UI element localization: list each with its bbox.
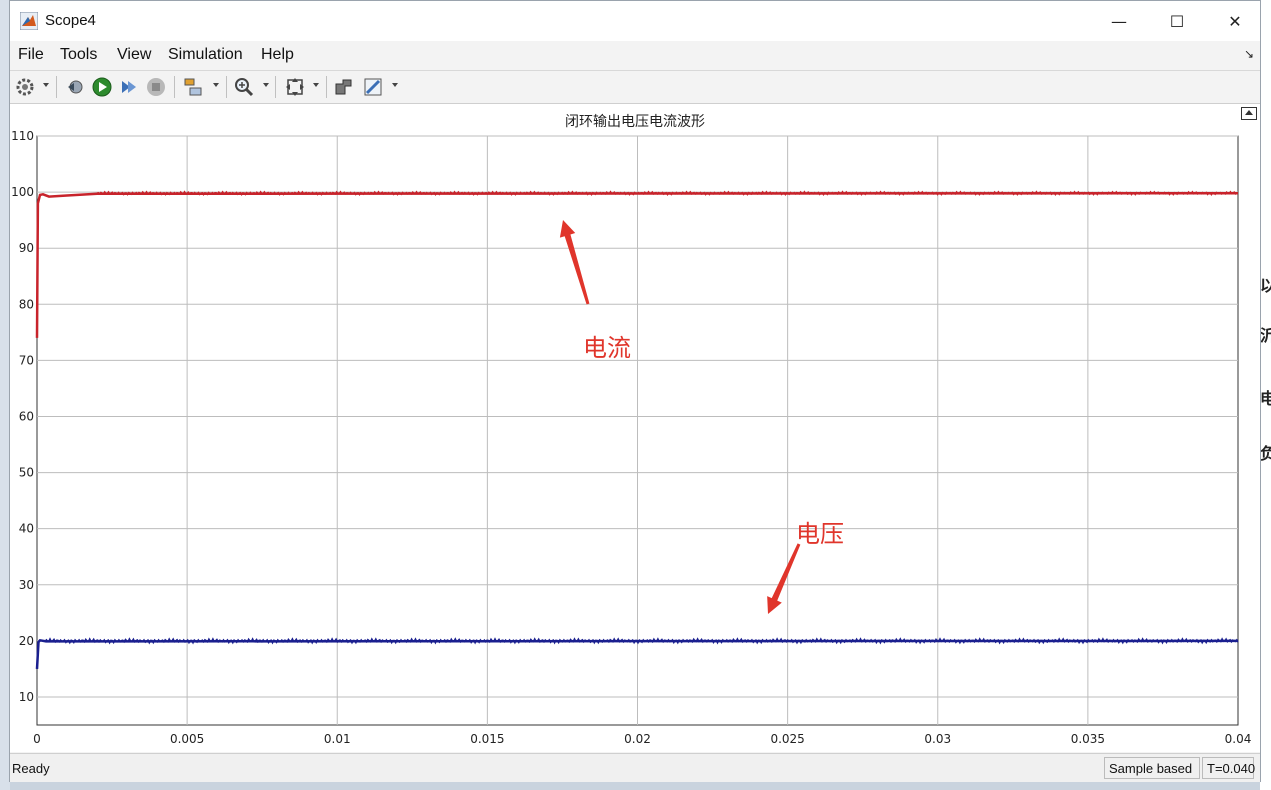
zoom-icon[interactable] xyxy=(233,76,255,98)
scope-plot-area: 闭环输出电压电流波形 10 20 30 40 50 60 70 80 90 100 110 0 0.00… xyxy=(10,104,1260,752)
dock-arrow-icon[interactable]: ↘ xyxy=(1244,47,1254,61)
annotation-voltage-label: 电压 xyxy=(796,520,844,548)
x-tick-label: 0 xyxy=(33,732,41,746)
y-tick-label: 80 xyxy=(19,297,34,311)
minimize-icon: — xyxy=(1111,11,1127,31)
matlab-logo-icon xyxy=(20,12,38,30)
close-icon: ✕ xyxy=(1228,11,1242,31)
x-tick-label: 0.01 xyxy=(324,732,351,746)
highlight-dropdown-arrow[interactable] xyxy=(392,83,398,87)
status-bar: Ready Sample based T=0.040 xyxy=(10,753,1260,782)
maximize-icon: ☐ xyxy=(1169,11,1185,31)
sim-time-indicator: T=0.040 xyxy=(1202,757,1255,779)
x-tick-label: 0.04 xyxy=(1225,732,1252,746)
gear-icon[interactable] xyxy=(14,76,36,98)
style-icon[interactable] xyxy=(333,76,355,98)
y-tick-label: 10 xyxy=(19,690,34,704)
y-tick-label: 30 xyxy=(19,578,34,592)
toolbar-separator xyxy=(226,76,227,98)
x-tick-label: 0.005 xyxy=(170,732,204,746)
y-tick-label: 20 xyxy=(19,634,34,648)
background-text: 以 xyxy=(1260,276,1271,295)
menu-simulation[interactable]: Simulation xyxy=(168,46,243,64)
background-window-right: 以 沂 电 负 xyxy=(1260,0,1271,790)
y-tick-label: 50 xyxy=(19,466,34,480)
window-title: Scope4 xyxy=(45,12,96,29)
zoom-dropdown-arrow[interactable] xyxy=(263,83,269,87)
sample-mode-indicator: Sample based xyxy=(1104,757,1200,779)
background-text: 沂 xyxy=(1260,326,1271,345)
menu-file[interactable]: File xyxy=(18,46,44,64)
menu-help[interactable]: Help xyxy=(261,46,294,64)
close-button[interactable]: ✕ xyxy=(1206,1,1264,41)
background-text: 电 xyxy=(1260,389,1271,408)
x-tick-label: 0.025 xyxy=(770,732,804,746)
menu-tools[interactable]: Tools xyxy=(60,46,97,64)
toolbar-separator xyxy=(275,76,276,98)
step-forward-icon[interactable] xyxy=(118,76,140,98)
highlight-icon[interactable] xyxy=(362,76,384,98)
x-tick-label: 0.035 xyxy=(1071,732,1105,746)
toolbar-separator xyxy=(326,76,327,98)
minimize-button[interactable]: — xyxy=(1090,1,1148,41)
fit-dropdown-arrow[interactable] xyxy=(313,83,319,87)
y-tick-label: 60 xyxy=(19,409,34,423)
toolbar xyxy=(10,71,1260,104)
x-tick-label: 0.02 xyxy=(624,732,651,746)
layout-dropdown-arrow[interactable] xyxy=(213,83,219,87)
status-text: Ready xyxy=(12,761,50,776)
gear-dropdown-arrow[interactable] xyxy=(43,83,49,87)
run-icon[interactable] xyxy=(91,76,113,98)
x-tick-label: 0.015 xyxy=(470,732,504,746)
y-tick-label: 70 xyxy=(19,353,34,367)
annotation-current-label: 电流 xyxy=(583,334,631,362)
y-tick-label: 100 xyxy=(11,185,34,199)
title-bar[interactable]: Scope4 — ☐ ✕ xyxy=(10,1,1260,41)
scope-window: Scope4 — ☐ ✕ File Tools View Simulation … xyxy=(9,0,1261,782)
stop-icon[interactable] xyxy=(145,76,167,98)
step-back-icon[interactable] xyxy=(64,76,86,98)
toolbar-separator xyxy=(56,76,57,98)
y-tick-label: 90 xyxy=(19,241,34,255)
fit-to-view-icon[interactable] xyxy=(284,76,306,98)
menu-bar: File Tools View Simulation Help ↘ xyxy=(10,41,1260,71)
layout-icon[interactable] xyxy=(182,76,204,98)
menu-view[interactable]: View xyxy=(117,46,151,64)
toolbar-separator xyxy=(174,76,175,98)
maximize-button[interactable]: ☐ xyxy=(1148,1,1206,41)
background-text: 负 xyxy=(1260,444,1271,463)
y-tick-label: 110 xyxy=(11,129,34,143)
scope-chart: 10 20 30 40 50 60 70 80 90 100 110 0 0.005 0.01 0.015 0… xyxy=(11,129,1252,746)
y-tick-label: 40 xyxy=(19,522,34,536)
x-tick-label: 0.03 xyxy=(924,732,951,746)
